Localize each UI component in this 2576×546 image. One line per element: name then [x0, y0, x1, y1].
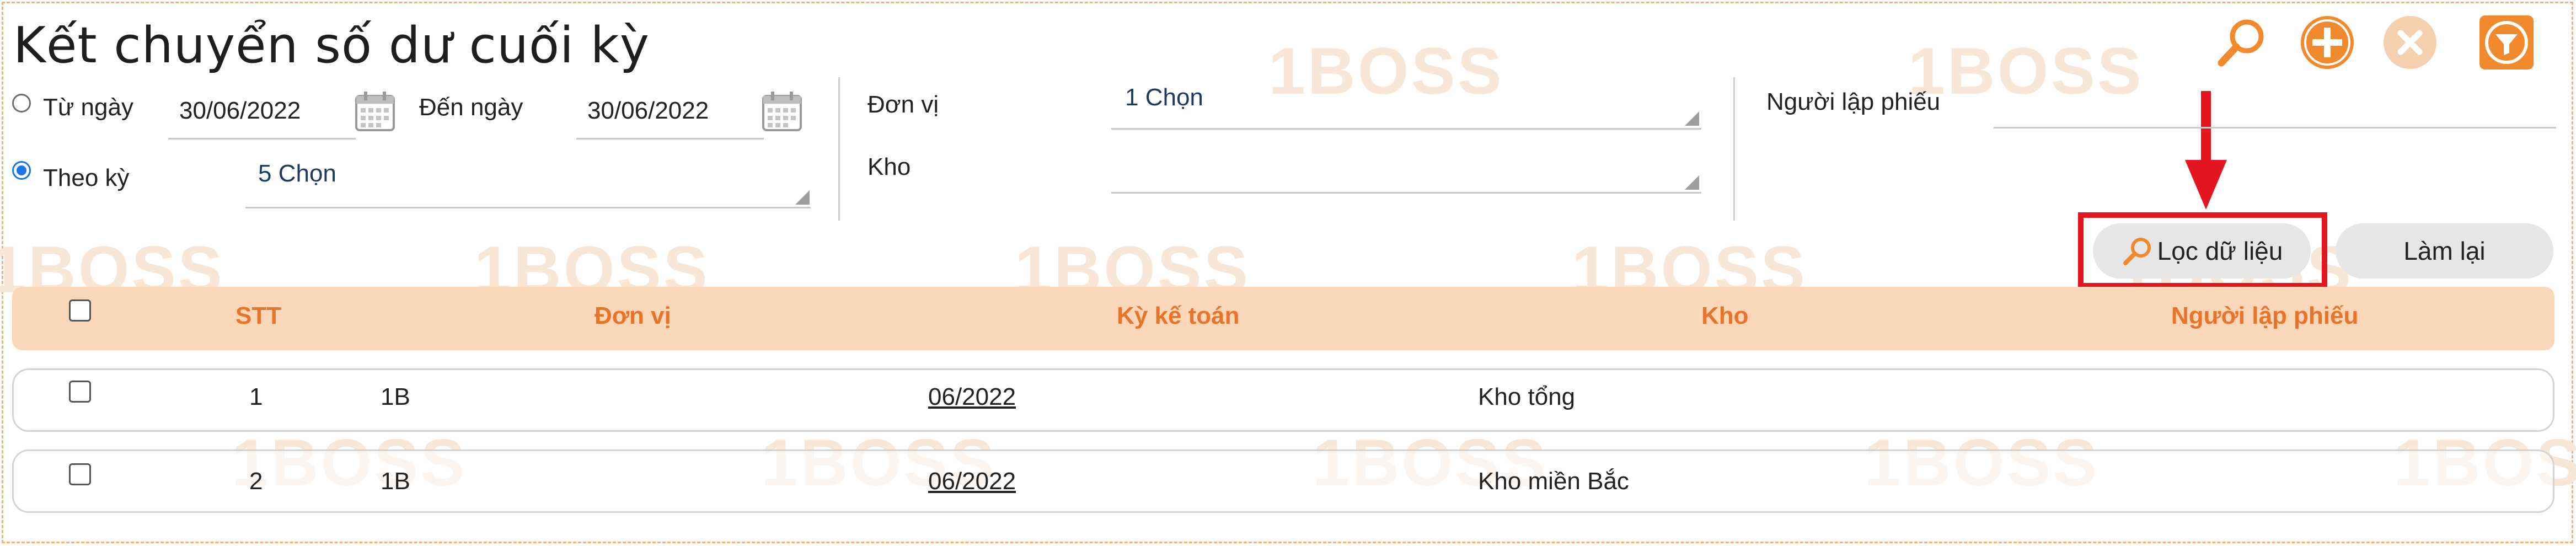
theo-ky-underline — [245, 207, 811, 208]
column-header-stt[interactable]: STT — [235, 302, 281, 330]
reset-label: Làm lại — [2403, 237, 2486, 265]
don-vi-select[interactable]: 1 Chọn — [1125, 84, 1203, 111]
kho-label: Kho — [867, 153, 911, 180]
x-circle-icon[interactable] — [2380, 12, 2440, 73]
tu-ngay-input[interactable]: 30/06/2022 — [179, 97, 301, 125]
nguoi-lap-underline — [1994, 127, 2556, 129]
watermark: 1BOSS — [1908, 34, 2144, 108]
divider — [1733, 77, 1735, 221]
dropdown-arrow-icon[interactable] — [1685, 111, 1699, 126]
kho-underline — [1111, 192, 1701, 194]
don-vi-underline — [1111, 128, 1701, 130]
row-stt: 2 — [249, 468, 263, 495]
row-ky-ke-toan-link[interactable]: 06/2022 — [928, 468, 1016, 495]
tu-ngay-label: Từ ngày — [43, 94, 133, 121]
den-ngay-underline — [576, 138, 764, 140]
den-ngay-input[interactable]: 30/06/2022 — [587, 97, 709, 125]
tu-ngay-underline — [168, 138, 356, 140]
theo-ky-label: Theo kỳ — [43, 164, 130, 191]
annotation-arrow — [2184, 91, 2228, 212]
don-vi-label: Đơn vị — [867, 91, 939, 118]
den-ngay-label: Đến ngày — [419, 94, 523, 121]
page-title: Kết chuyển số dư cuối kỳ — [13, 17, 650, 74]
theo-ky-select[interactable]: 5 Chọn — [258, 160, 336, 188]
watermark: 1BOSS — [1268, 34, 1504, 108]
search-icon[interactable] — [2211, 12, 2272, 73]
row-ky-ke-toan-link[interactable]: 06/2022 — [928, 383, 1016, 411]
tu-ngay-radio[interactable] — [12, 94, 31, 113]
row-don-vi: 1B — [381, 383, 410, 410]
row-checkbox[interactable] — [69, 381, 91, 403]
nguoi-lap-label: Người lập phiếu — [1766, 88, 1941, 115]
calendar-icon[interactable] — [760, 89, 804, 133]
theo-ky-radio[interactable] — [12, 161, 31, 180]
filter-icon[interactable] — [2476, 12, 2537, 73]
reset-button[interactable]: Làm lại — [2336, 223, 2553, 279]
column-header-kho[interactable]: Kho — [1701, 302, 1749, 330]
row-kho: Kho miền Bắc — [1478, 468, 1629, 495]
calendar-icon[interactable] — [353, 89, 397, 133]
row-checkbox[interactable] — [69, 463, 91, 485]
column-header-nguoi-lap-phieu[interactable]: Người lập phiếu — [2171, 302, 2358, 330]
row-don-vi: 1B — [381, 468, 410, 495]
row-kho: Kho tổng — [1478, 383, 1576, 410]
highlight-box — [2078, 212, 2327, 288]
dropdown-arrow-icon[interactable] — [1685, 175, 1699, 190]
plus-circle-icon[interactable] — [2297, 12, 2358, 73]
select-all-checkbox[interactable] — [69, 299, 91, 322]
dropdown-arrow-icon[interactable] — [795, 190, 810, 205]
divider — [838, 77, 840, 221]
column-header-ky-ke-toan[interactable]: Kỳ kế toán — [1117, 302, 1240, 330]
row-stt: 1 — [249, 383, 263, 410]
column-header-don-vi[interactable]: Đơn vị — [595, 302, 671, 330]
